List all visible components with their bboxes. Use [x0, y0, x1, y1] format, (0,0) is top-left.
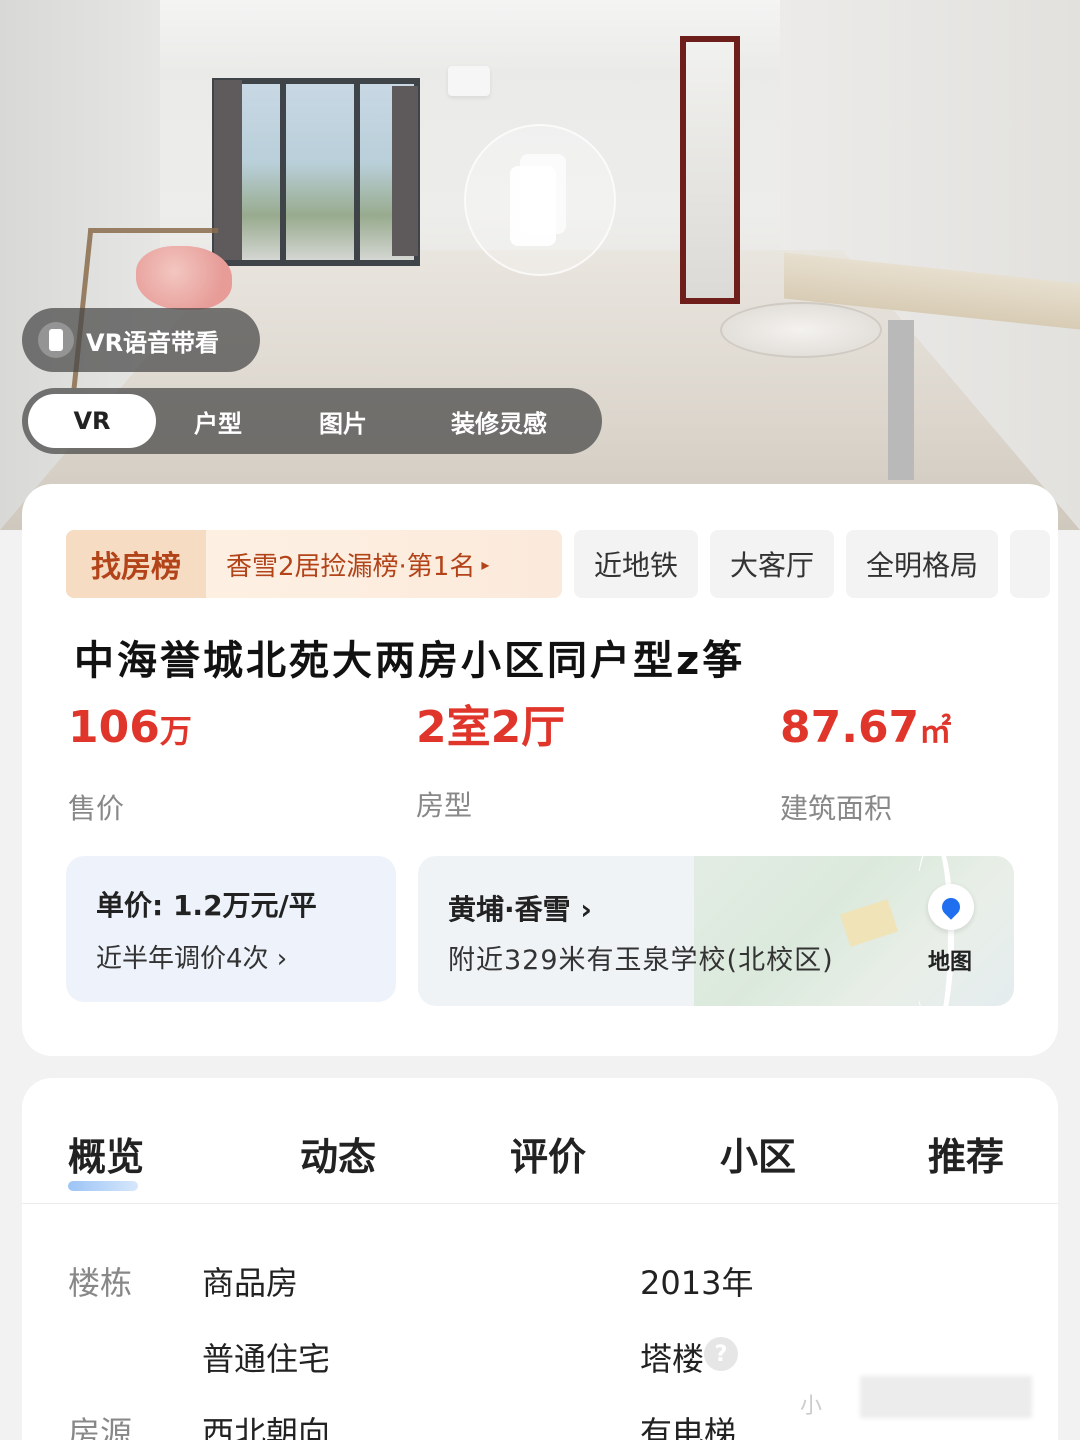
price-label: 售价	[68, 792, 125, 825]
tag-row: 找房榜 香雪2居捡漏榜·第1名 ▸ 近地铁 大客厅 全明格局	[66, 530, 1058, 598]
area-unit: ㎡	[919, 712, 952, 750]
map-pin-icon[interactable]	[928, 884, 974, 930]
tab-recommend[interactable]: 推荐	[928, 1126, 1004, 1181]
ranking-name: 香雪2居捡漏榜·第1名	[226, 551, 476, 582]
nearby-school: 附近329米有玉泉学校(北校区)	[448, 945, 834, 976]
tab-overview[interactable]: 概览	[68, 1126, 144, 1191]
price-metric: 106万 售价	[68, 698, 192, 827]
layout-metric: 2室2厅 房型	[416, 698, 565, 824]
feature-tag[interactable]: 全明格局	[846, 530, 999, 598]
area-metric: 87.67㎡ 建筑面积	[780, 698, 951, 827]
price-unit: 万	[159, 712, 192, 750]
feature-tag[interactable]: 大客厅	[710, 530, 835, 598]
vr-play-button[interactable]	[464, 124, 616, 276]
map-label[interactable]: 地图	[928, 944, 972, 976]
plastic-bag	[136, 246, 232, 310]
balcony-window	[212, 78, 420, 266]
coffee-table	[720, 302, 882, 358]
vr-voice-guide-label: VR语音带看	[86, 328, 220, 357]
vr-cards-icon	[510, 154, 570, 246]
area-value: 87.67	[780, 702, 920, 753]
source-label: 房源	[68, 1414, 133, 1440]
tab-community[interactable]: 小区	[720, 1126, 796, 1181]
layout-value: 2室2厅	[416, 702, 566, 753]
curtain	[392, 86, 418, 256]
orientation: 西北朝向	[202, 1414, 331, 1440]
key-metrics: 106万 售价 2室2厅 房型 87.67㎡ 建筑面积	[68, 698, 1028, 828]
vr-icon	[38, 322, 74, 358]
vr-voice-guide-button[interactable]: VR语音带看	[22, 308, 260, 372]
vr-room-photo[interactable]: VR语音带看 VR 户型 图片 装修灵感	[0, 0, 1080, 530]
built-year: 2013年	[640, 1264, 754, 1302]
location-card[interactable]: 黄埔·香雪 › 附近329米有玉泉学校(北校区) 地图	[418, 856, 1014, 1006]
price-value: 106	[68, 702, 160, 753]
media-tab-photos[interactable]: 图片	[280, 394, 406, 448]
elevator: 有电梯	[640, 1414, 737, 1440]
ranking-tag[interactable]: 找房榜 香雪2居捡漏榜·第1名 ▸	[66, 530, 562, 598]
curtain	[214, 80, 242, 260]
tab-reviews[interactable]: 评价	[510, 1126, 586, 1181]
listing-title: 中海誉城北苑大两房小区同户型z筝	[74, 638, 746, 684]
door	[680, 36, 740, 304]
help-icon[interactable]: ?	[704, 1337, 738, 1371]
price-adjust-note: 近半年调价4次 ›	[96, 944, 288, 974]
chevron-right-icon: ▸	[481, 554, 490, 574]
residence-type: 普通住宅	[202, 1340, 331, 1378]
district-link[interactable]: 黄埔·香雪 ›	[448, 888, 592, 928]
layout-label: 房型	[416, 789, 473, 822]
map-road	[914, 856, 954, 1006]
media-tabs: VR 户型 图片 装修灵感	[22, 388, 602, 454]
air-conditioner	[448, 66, 490, 96]
window-frame	[354, 84, 360, 260]
area-label: 建筑面积	[780, 792, 893, 825]
building-style: 塔楼	[640, 1340, 705, 1378]
unit-price: 单价: 1.2万元/平	[96, 889, 317, 922]
table-leg	[888, 320, 914, 480]
unit-price-card[interactable]: 单价: 1.2万元/平 近半年调价4次 ›	[66, 856, 396, 1002]
feature-tag-partial[interactable]	[1010, 530, 1051, 598]
section-tabs: 概览 动态 评价 小区 推荐	[22, 1078, 1058, 1204]
ranking-text: 香雪2居捡漏榜·第1名 ▸	[206, 530, 562, 598]
feature-tag[interactable]: 近地铁	[574, 530, 699, 598]
partial-text: 小	[800, 1394, 823, 1419]
building-label: 楼栋	[68, 1264, 133, 1302]
listing-info-card: 找房榜 香雪2居捡漏榜·第1名 ▸ 近地铁 大客厅 全明格局 中海誉城北苑大两房…	[22, 484, 1058, 1056]
obscured-area	[860, 1376, 1032, 1418]
property-type: 商品房	[202, 1264, 299, 1302]
media-tab-floorplan[interactable]: 户型	[156, 394, 280, 448]
ranking-title: 找房榜	[66, 530, 206, 598]
media-tab-vr[interactable]: VR	[28, 394, 156, 448]
window-frame	[280, 84, 286, 260]
media-tab-decor-ideas[interactable]: 装修灵感	[406, 394, 592, 448]
tab-updates[interactable]: 动态	[300, 1126, 376, 1181]
